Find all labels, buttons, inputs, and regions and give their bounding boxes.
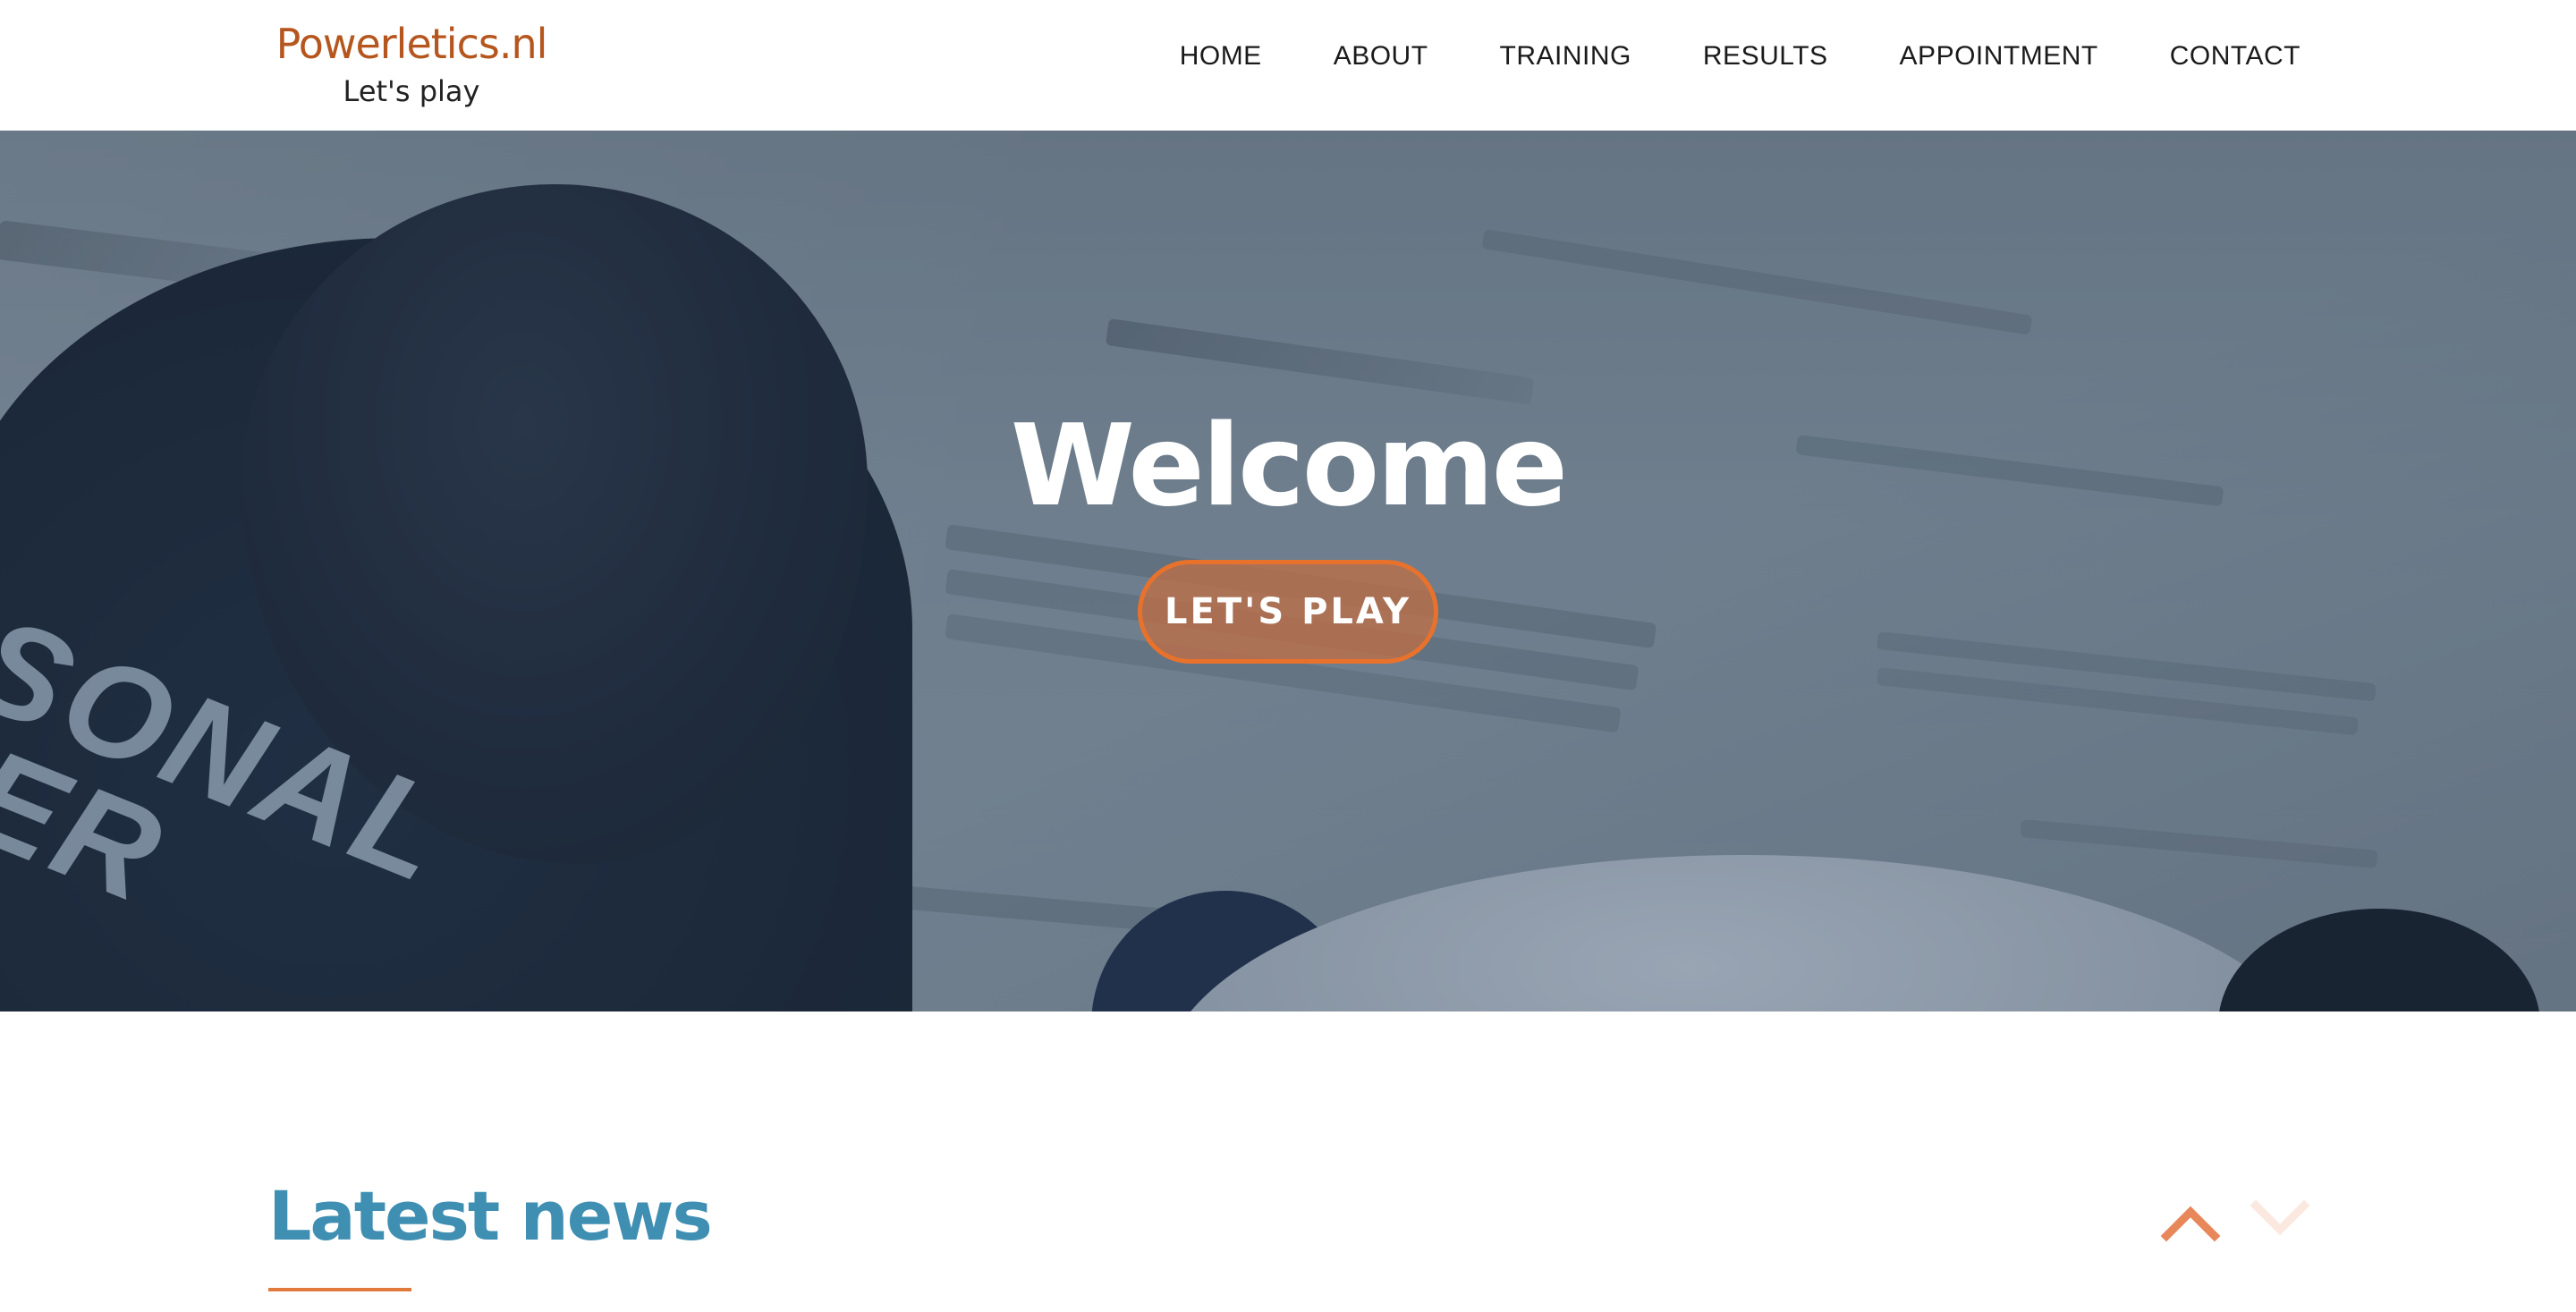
chevron-up-icon: [2160, 1206, 2221, 1242]
heading-underline: [268, 1288, 411, 1291]
nav-home[interactable]: HOME: [1180, 41, 1262, 72]
news-next-button[interactable]: [2249, 1198, 2311, 1243]
main-nav: HOME ABOUT TRAINING RESULTS APPOINTMENT …: [1180, 36, 2301, 77]
nav-results[interactable]: RESULTS: [1703, 41, 1828, 72]
nav-contact[interactable]: CONTACT: [2170, 41, 2301, 72]
hero-banner: RSONAL NER Welcome LET'S PLAY: [0, 131, 2576, 1012]
nav-about[interactable]: ABOUT: [1334, 41, 1428, 72]
hero-title: Welcome: [1010, 400, 1568, 531]
nav-training[interactable]: TRAINING: [1500, 41, 1631, 72]
site-header: Powerletics.nl Let's play HOME ABOUT TRA…: [0, 0, 2576, 131]
nav-appointment[interactable]: APPOINTMENT: [1900, 41, 2098, 72]
brand-name[interactable]: Powerletics.nl: [268, 16, 555, 72]
latest-news-heading: Latest news: [268, 1176, 713, 1256]
brand-logo[interactable]: Powerletics.nl Let's play: [268, 16, 555, 111]
news-prev-button[interactable]: [2159, 1198, 2222, 1243]
chevron-down-icon: [2250, 1199, 2310, 1236]
brand-tagline: Let's play: [343, 74, 480, 108]
lets-play-button[interactable]: LET'S PLAY: [1138, 560, 1438, 664]
